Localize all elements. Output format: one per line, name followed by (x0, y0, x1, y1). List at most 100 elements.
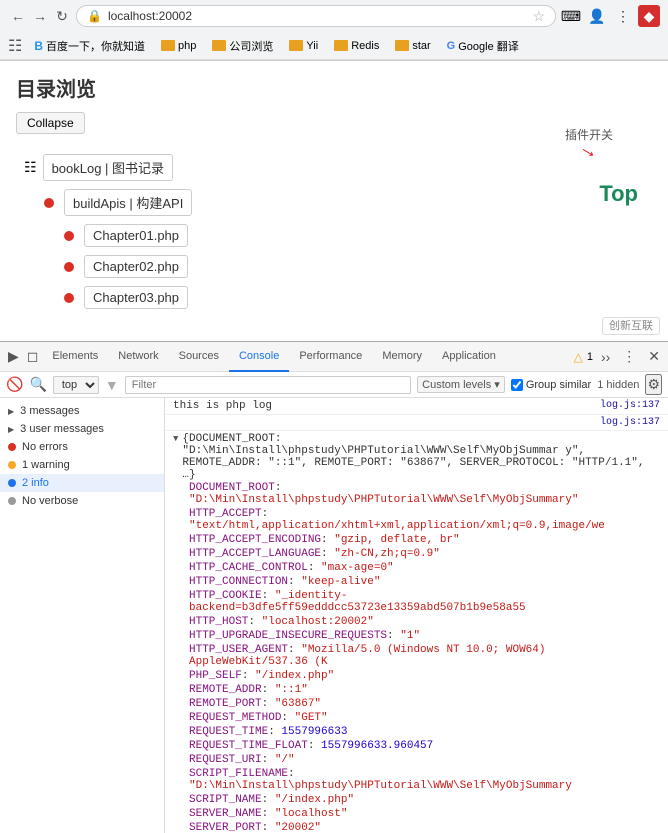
folder-icon (212, 40, 226, 51)
menu-button[interactable]: ⋮ (612, 5, 634, 27)
dot-icon (64, 293, 74, 303)
nav-buttons: ← → ↻ (8, 6, 72, 26)
prop-request-method: REQUEST_METHOD: "GET" (189, 711, 660, 725)
collapse-button[interactable]: Collapse (16, 112, 85, 134)
filter-input[interactable] (125, 376, 411, 394)
dot-icon (64, 231, 74, 241)
tree-item-booklog[interactable]: ☷ bookLog | 图书记录 (16, 150, 652, 185)
bookmark-baidu[interactable]: B 百度一下，你就知道 (30, 36, 149, 56)
prop-remote-addr: REMOTE_ADDR: "::1" (189, 683, 660, 697)
extensions-button[interactable]: ⌨ (560, 5, 582, 27)
star-icon[interactable]: ☆ (532, 8, 545, 25)
group-similar-checkbox[interactable] (511, 379, 523, 391)
back-button[interactable]: ← (8, 6, 28, 26)
prop-http-accept-encoding: HTTP_ACCEPT_ENCODING: "gzip, deflate, br… (189, 533, 660, 547)
bookmark-google[interactable]: G Google 翻译 (443, 36, 523, 56)
url-text: localhost:20002 (108, 9, 192, 23)
console-toolbar: 🚫 🔍 top ▼ Custom levels ▾ Group similar … (0, 372, 668, 398)
devtools-inspect-icon[interactable]: ▶ (4, 346, 23, 367)
devtools-device-icon[interactable]: ◻ (23, 346, 43, 367)
devtools-right-icons: △ 1 ›› ⋮ ✕ (574, 346, 664, 367)
tree-item-buildapis[interactable]: buildApis | 构建API (36, 185, 652, 220)
tab-memory[interactable]: Memory (372, 342, 432, 372)
tab-elements[interactable]: Elements (42, 342, 108, 372)
custom-levels-button[interactable]: Custom levels ▾ (417, 376, 505, 393)
address-bar[interactable]: 🔒 localhost:20002 ☆ (76, 5, 556, 27)
tree-root: ☷ bookLog | 图书记录 buildApis | 构建API Chapt… (16, 150, 652, 313)
sidebar-item-info[interactable]: 2 info (0, 474, 164, 492)
plugin-icon[interactable]: ◆ (638, 5, 660, 27)
error-dot (8, 443, 16, 451)
prop-request-uri: REQUEST_URI: "/" (189, 753, 660, 767)
grid-icon: ☷ (24, 159, 37, 176)
tree-label-chapter02: Chapter02.php (84, 255, 188, 278)
bookmark-redis[interactable]: Redis (330, 38, 383, 54)
console-sidebar: ▶ 3 messages ▶ 3 user messages No errors… (0, 398, 165, 833)
folder-icon (289, 40, 303, 51)
tab-performance[interactable]: Performance (289, 342, 372, 372)
tab-console[interactable]: Console (229, 342, 289, 372)
tree-item-chapter01[interactable]: Chapter01.php (56, 220, 652, 251)
sidebar-item-warnings[interactable]: 1 warning (0, 456, 164, 474)
log-block-object: ▼ {DOCUMENT_ROOT: "D:\Min\Install\phpstu… (165, 431, 668, 833)
tab-network[interactable]: Network (108, 342, 168, 372)
nav-bar: ← → ↻ 🔒 localhost:20002 ☆ ⌨ 👤 ⋮ ◆ (0, 0, 668, 32)
top-label[interactable]: Top (599, 181, 638, 206)
dot-icon (64, 262, 74, 272)
bookmark-star[interactable]: star (391, 38, 434, 54)
prop-remote-port: REMOTE_PORT: "63867" (189, 697, 660, 711)
tree-label-buildapis: buildApis | 构建API (64, 189, 192, 216)
folder-icon (161, 40, 175, 51)
top-label-container[interactable]: Top (599, 181, 638, 207)
prop-server-name: SERVER_NAME: "localhost" (189, 807, 660, 821)
page-title: 目录浏览 (16, 73, 652, 102)
sidebar-item-verbose[interactable]: No verbose (0, 492, 164, 510)
tree-label-chapter01: Chapter01.php (84, 224, 188, 247)
folder-icon (395, 40, 409, 51)
sidebar-item-messages[interactable]: ▶ 3 messages (0, 402, 164, 420)
hidden-count: 1 hidden (597, 379, 639, 391)
sidebar-item-user-messages[interactable]: ▶ 3 user messages (0, 420, 164, 438)
expand-triangle-icon[interactable]: ▼ (173, 434, 178, 444)
chevron-icon: ▼ (105, 377, 119, 393)
context-select[interactable]: top (53, 376, 99, 394)
page-content: 目录浏览 Collapse ☷ bookLog | 图书记录 buildApis… (0, 61, 668, 341)
plugin-annotation: 插件开关 → (565, 126, 613, 162)
lock-icon: 🔒 (87, 9, 102, 23)
bookmark-php[interactable]: php (157, 38, 200, 54)
prop-http-host: HTTP_HOST: "localhost:20002" (189, 615, 660, 629)
bookmark-yii[interactable]: Yii (285, 38, 322, 54)
prop-http-cache-control: HTTP_CACHE_CONTROL: "max-age=0" (189, 561, 660, 575)
tab-application[interactable]: Application (432, 342, 506, 372)
more-tabs-button[interactable]: ›› (597, 347, 614, 367)
info-dot (8, 479, 16, 487)
bookmarks-bar: ☷ B 百度一下，你就知道 php 公司浏览 Yii Redis star G … (0, 32, 668, 60)
tab-sources[interactable]: Sources (169, 342, 229, 372)
baidu-icon: B (34, 39, 43, 53)
clear-console-button[interactable]: 🚫 (6, 376, 23, 393)
sidebar-item-errors[interactable]: No errors (0, 438, 164, 456)
tree-item-chapter02[interactable]: Chapter02.php (56, 251, 652, 282)
tree-item-chapter03[interactable]: Chapter03.php (56, 282, 652, 313)
prop-request-time-float: REQUEST_TIME_FLOAT: 1557996633.960457 (189, 739, 660, 753)
user-button[interactable]: 👤 (586, 5, 608, 27)
warning-count: 1 (587, 351, 593, 363)
console-filter-button[interactable]: 🔍 (29, 376, 46, 393)
bookmark-company[interactable]: 公司浏览 (208, 36, 277, 56)
apps-icon[interactable]: ☷ (8, 36, 22, 56)
console-output[interactable]: this is php log log.js:137 log.js:137 ▼ … (165, 398, 668, 833)
object-expand[interactable]: ▼ {DOCUMENT_ROOT: "D:\Min\Install\phpstu… (173, 433, 660, 481)
devtools-close-button[interactable]: ✕ (644, 346, 664, 367)
log-line: log.js:137 (165, 415, 668, 431)
prop-script-name: SCRIPT_NAME: "/index.php" (189, 793, 660, 807)
prop-http-upgrade: HTTP_UPGRADE_INSECURE_REQUESTS: "1" (189, 629, 660, 643)
prop-request-time: REQUEST_TIME: 1557996633 (189, 725, 660, 739)
devtools-settings-button[interactable]: ⋮ (618, 346, 640, 367)
forward-button[interactable]: → (30, 6, 50, 26)
console-settings-button[interactable]: ⚙ (645, 374, 662, 395)
prop-http-user-agent: HTTP_USER_AGENT: "Mozilla/5.0 (Windows N… (189, 643, 660, 669)
watermark-text: 创新互联 (602, 317, 660, 335)
prop-http-cookie: HTTP_COOKIE: "_identity-backend=b3dfe5ff… (189, 589, 660, 615)
reload-button[interactable]: ↻ (52, 6, 72, 26)
devtools: ▶ ◻ Elements Network Sources Console Per… (0, 341, 668, 833)
